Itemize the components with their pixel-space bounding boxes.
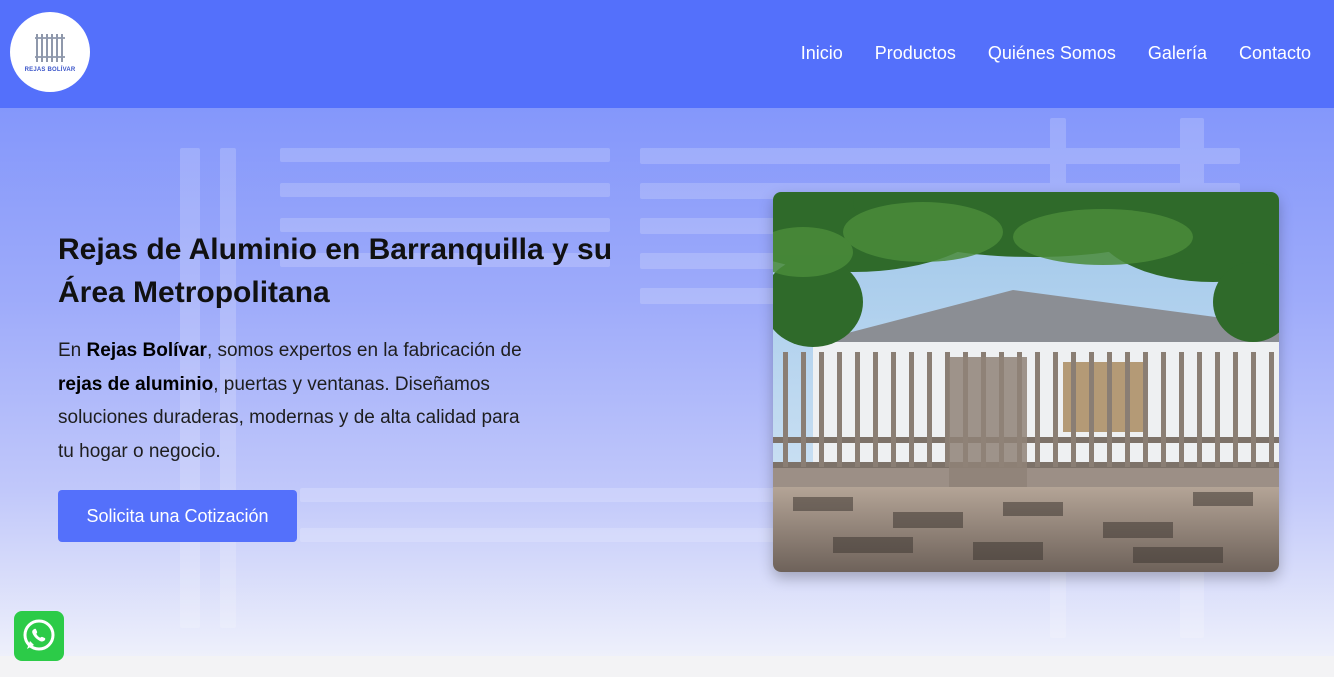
quote-request-button[interactable]: Solicita una Cotización [58,490,297,542]
house-fence-photo [773,192,1279,572]
whatsapp-icon [23,619,55,651]
desc-text-2: , somos expertos en la fabricación de [206,340,522,361]
logo-text: REJAS BOLÍVAR [24,67,76,73]
hero-description: En Rejas Bolívar, somos expertos en la f… [58,334,538,468]
nav-item-galeria[interactable]: Galería [1148,42,1207,64]
nav-item-contacto[interactable]: Contacto [1239,42,1311,64]
next-section-strip [0,656,1334,677]
main-nav: Inicio Productos Quiénes Somos Galería C… [801,42,1311,64]
desc-product: rejas de aluminio [58,373,214,395]
desc-brand: Rejas Bolívar [86,340,207,361]
logo[interactable]: REJAS BOLÍVAR [10,12,90,92]
site-header: REJAS BOLÍVAR Inicio Productos Quiénes S… [0,0,1334,108]
whatsapp-button[interactable] [14,611,64,661]
nav-item-productos[interactable]: Productos [875,42,956,64]
nav-item-quienes-somos[interactable]: Quiénes Somos [988,42,1116,64]
desc-text-1: En [58,340,87,361]
hero-title: Rejas de Aluminio en Barranquilla y su Á… [58,233,613,309]
nav-item-inicio[interactable]: Inicio [801,42,843,64]
gate-logo-icon [35,34,65,62]
